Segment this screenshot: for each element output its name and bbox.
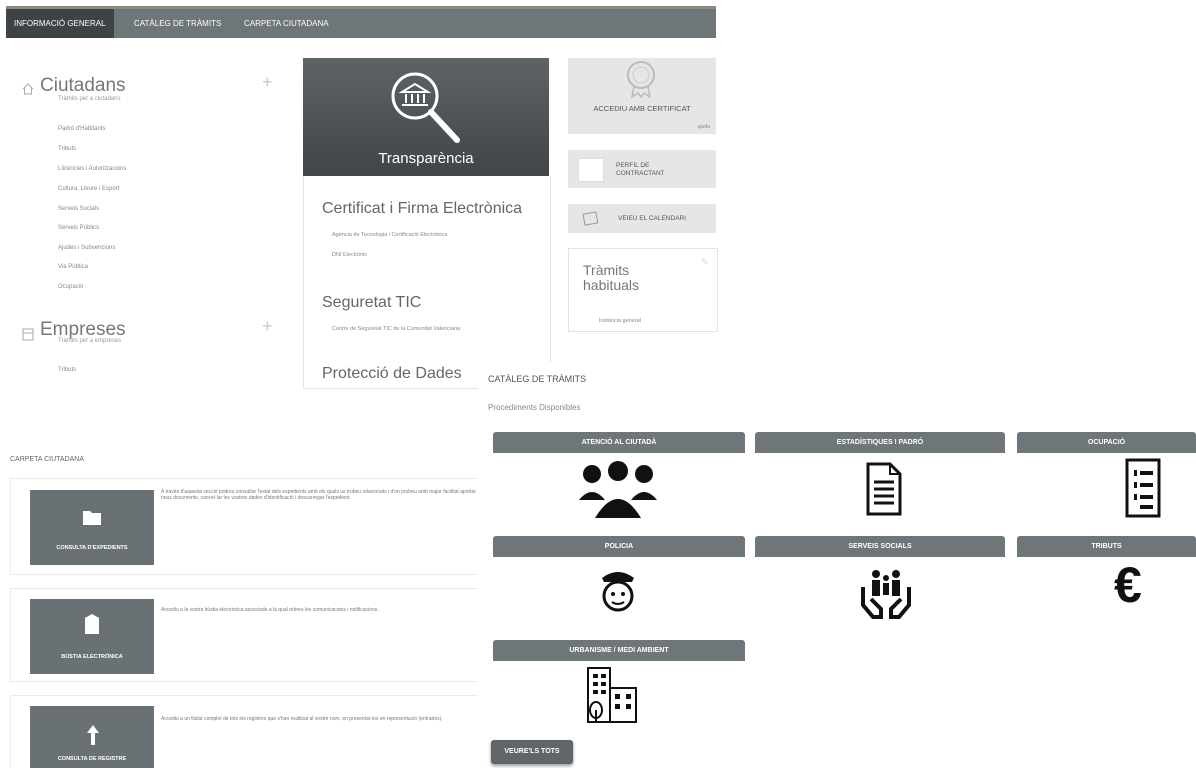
sidebar-item-via-publica[interactable]: Via Pública — [58, 264, 88, 270]
carpeta-title: CARPETA CIUTADANA — [10, 456, 85, 463]
perfil-label: PERFIL DE CONTRACTANT — [616, 162, 665, 177]
proteccio-title: Protecció de Dades — [322, 365, 462, 382]
calendari-button[interactable]: VEIEU EL CALENDARI — [568, 204, 716, 233]
tab-cataleg-tramits[interactable]: CATÀLEG DE TRÀMITS — [126, 9, 229, 38]
home-icon — [22, 82, 34, 100]
perfil-contractant-button[interactable]: PERFIL DE CONTRACTANT — [568, 150, 716, 188]
cataleg-tramits-panel: CATÀLEG DE TRÀMITS Procediments Disponib… — [478, 362, 1196, 767]
sidebar-item-serveis-socials[interactable]: Serveis Socials — [58, 206, 99, 212]
tab-informacio-general[interactable]: INFORMACIÓ GENERAL — [6, 9, 114, 38]
euro-icon[interactable]: € — [1114, 560, 1142, 610]
category-estadistiques-padro[interactable]: ESTADÍSTIQUES I PADRÓ — [755, 432, 1005, 453]
calendari-label: VEIEU EL CALENDARI — [618, 215, 687, 222]
seguretat-link-csirt[interactable]: Centre de Seguretat TIC de la Comunitat … — [332, 326, 460, 332]
magnifier-bank-icon — [387, 70, 467, 155]
empreses-subtitle: Tràmits per a empreses — [58, 338, 122, 344]
veure-tots-button[interactable]: VEURE'LS TOTS — [491, 740, 573, 764]
consulta-expedients-button[interactable]: CONSULTA D'EXPEDIENTS — [30, 490, 154, 565]
sidebar-item-ajudes[interactable]: Ajudes i Subvencions — [58, 245, 115, 251]
cataleg-subtitle: Procediments Disponibles — [488, 403, 581, 412]
card-bustia-electronica: BÚSTIA ELECTRÒNICA Accediu a la vostra b… — [10, 588, 482, 682]
sidebar-item-llicencies[interactable]: Llicències i Autoritzacions — [58, 166, 126, 172]
sidebar-item-serveis-publics[interactable]: Serveis Públics — [58, 225, 99, 231]
sidebar-item-cultura[interactable]: Cultura, Lleure i Esport — [58, 186, 119, 192]
cataleg-title: CATÀLEG DE TRÀMITS — [488, 374, 587, 384]
pencil-icon: ✎ — [700, 257, 709, 268]
mailbox-icon — [84, 613, 100, 640]
category-ocupacio[interactable]: OCUPACIÓ — [1017, 432, 1196, 453]
info-box: Certificat i Firma Electrònica Agència d… — [303, 176, 551, 389]
tramits-habituals-box: Tràmits habituals ✎ Instància general — [568, 248, 718, 332]
category-serveis-socials[interactable]: SERVEIS SOCIALS — [755, 536, 1005, 557]
bustia-electronica-button[interactable]: BÚSTIA ELECTRÒNICA — [30, 599, 154, 674]
accediu-label: ACCEDIU AMB CERTIFICAT — [593, 104, 691, 113]
document-icon[interactable] — [866, 462, 902, 521]
instancia-general-link[interactable]: Instància general — [599, 318, 641, 324]
accediu-certificat-button[interactable]: ACCEDIU AMB CERTIFICAT ajuda — [568, 58, 716, 134]
transparencia-label: Transparència — [378, 150, 474, 167]
card-consulta-registre: CONSULTA DE REGISTRE Accediu a un llista… — [10, 695, 482, 768]
seguretat-title: Seguretat TIC — [322, 294, 422, 311]
upload-arrow-icon — [86, 724, 100, 751]
sidebar-item-tributs[interactable]: Tributs — [58, 146, 76, 152]
ciutadans-expand-icon[interactable]: + — [262, 72, 273, 93]
sidebar-item-padro[interactable]: Padró d'Habitants — [58, 126, 106, 132]
bustia-electronica-label: BÚSTIA ELECTRÒNICA — [61, 654, 123, 660]
building-icon — [22, 328, 34, 346]
family-care-icon[interactable] — [859, 565, 913, 624]
card-consulta-expedients: CONSULTA D'EXPEDIENTS A través d'aquesta… — [10, 478, 482, 575]
folder-icon — [82, 508, 102, 531]
sidebar-item-ocupacio[interactable]: Ocupació — [58, 284, 83, 290]
category-urbanisme[interactable]: URBANISME / MEDI AMBIENT — [493, 640, 745, 661]
ciutadans-subtitle: Tràmits per a ciutadans — [58, 96, 121, 102]
people-icon[interactable] — [577, 460, 659, 525]
ajuda-link[interactable]: ajuda — [698, 124, 710, 130]
certificat-link-dni[interactable]: DNI Electrònic — [332, 252, 367, 258]
consulta-registre-label: CONSULTA DE REGISTRE — [57, 756, 127, 762]
category-policia[interactable]: POLICIA — [493, 536, 745, 557]
list-document-icon[interactable] — [1125, 458, 1161, 523]
document-tray-icon — [578, 158, 604, 182]
certificat-link-accv[interactable]: Agència de Tecnologia i Certificació Ele… — [332, 232, 447, 238]
tramits-habituals-title: Tràmits habituals — [583, 262, 640, 293]
category-tributs[interactable]: TRIBUTS — [1017, 536, 1196, 557]
calendar-icon — [582, 210, 600, 231]
bustia-electronica-desc: Accediu a la vostra bústia electrònica a… — [161, 607, 379, 613]
tab-carpeta-ciutadana[interactable]: CARPETA CIUTADANA — [236, 9, 337, 38]
certificat-title: Certificat i Firma Electrònica — [322, 200, 523, 217]
consulta-expedients-label: CONSULTA D'EXPEDIENTS — [56, 545, 128, 551]
buildings-icon[interactable] — [584, 666, 640, 729]
consulta-expedients-desc: A través d'aquesta secció podreu consult… — [161, 489, 476, 501]
consulta-registre-desc: Accediu a un llistat complet de tots els… — [161, 716, 443, 722]
empreses-expand-icon[interactable]: + — [262, 316, 273, 337]
ciutadans-title[interactable]: Ciutadans — [40, 75, 126, 97]
top-navigation: INFORMACIÓ GENERAL CATÀLEG DE TRÀMITS CA… — [6, 6, 716, 38]
certificate-seal-icon — [624, 60, 658, 103]
consulta-registre-button[interactable]: CONSULTA DE REGISTRE — [30, 706, 154, 768]
police-icon[interactable] — [598, 566, 638, 619]
transparencia-tile[interactable]: Transparència — [303, 58, 549, 176]
sidebar-item-empreses-tributs[interactable]: Tributs — [58, 367, 76, 373]
category-atencio-ciutada[interactable]: ATENCIÓ AL CIUTADÀ — [493, 432, 745, 453]
